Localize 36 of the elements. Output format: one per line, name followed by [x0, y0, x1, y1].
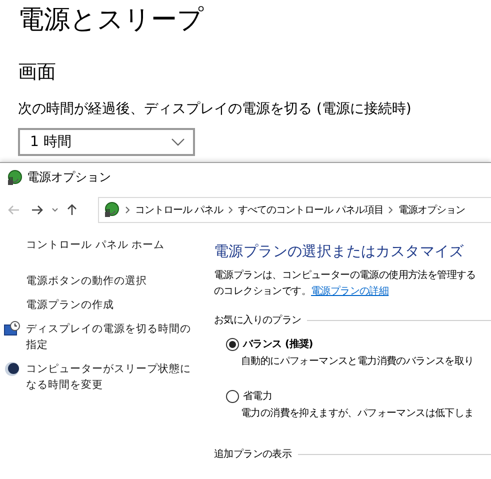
up-arrow-icon[interactable] — [67, 204, 77, 216]
section-heading: 画面 — [18, 60, 56, 85]
chevron-down-icon — [171, 138, 185, 146]
chevron-right-icon — [125, 206, 130, 214]
sidebar-link[interactable]: コントロール パネル ホーム — [26, 237, 196, 253]
sidebar-link[interactable]: ディスプレイの電源を切る時間の指定 — [26, 321, 196, 353]
radio-button[interactable] — [226, 338, 239, 350]
breadcrumb-item[interactable]: すべてのコントロール パネル項目 — [238, 203, 384, 217]
breadcrumb-item[interactable]: コントロール パネル — [135, 203, 224, 217]
radio-button[interactable] — [226, 390, 239, 402]
sidebar-link[interactable]: 電源ボタンの動作の選択 — [26, 273, 196, 289]
plan-description: 自動的にパフォーマンスと電力消費のバランスを取り — [241, 354, 475, 369]
sidebar-link[interactable]: 電源プランの作成 — [26, 297, 196, 313]
plan-name: 省電力 — [243, 390, 272, 403]
group-heading: お気に入りのプラン — [214, 314, 302, 327]
section-heading: 電源プランの選択またはカスタマイズ — [214, 242, 464, 262]
time-dropdown[interactable]: 1 時間 — [18, 128, 195, 156]
plan-description: 電力の消費を抑えますが、パフォーマンスは低下しま — [241, 406, 475, 421]
description-text: 電源プランは、コンピューターの電源の使用方法を管理する のコレクションです。電源プランの詳細 — [214, 268, 476, 299]
details-link[interactable]: 電源プランの詳細 — [311, 286, 389, 297]
address-bar[interactable]: コントロール パネル すべてのコントロール パネル項目 電源オプション — [98, 197, 491, 223]
setting-label: 次の時間が経過後、ディスプレイの電源を切る (電源に接続時) — [18, 100, 412, 119]
power-options-icon — [5, 168, 23, 186]
power-options-icon — [102, 201, 120, 219]
sidebar-link[interactable]: コンピューターがスリープ状態になる時間を変更 — [26, 361, 196, 393]
forward-arrow-icon[interactable] — [31, 205, 43, 215]
breadcrumb-item[interactable]: 電源オプション — [398, 203, 465, 217]
monitor-clock-icon — [4, 321, 20, 337]
chevron-right-icon — [228, 206, 234, 214]
window-title: 電源オプション — [27, 169, 111, 186]
chevron-right-icon — [388, 206, 394, 214]
moon-icon — [4, 361, 20, 377]
plan-name: バランス (推奨) — [243, 338, 313, 351]
page-title: 電源とスリープ — [18, 4, 204, 37]
group-heading[interactable]: 追加プランの表示 — [214, 447, 292, 461]
chevron-down-icon[interactable] — [52, 208, 58, 212]
